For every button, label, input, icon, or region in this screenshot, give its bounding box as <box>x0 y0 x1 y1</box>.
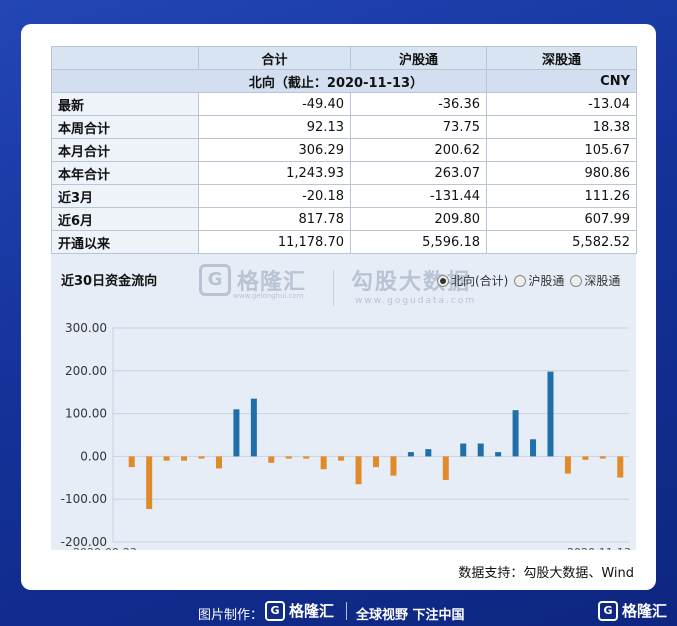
y-tick-label: 0.00 <box>80 449 107 463</box>
row-label: 近6月 <box>51 207 199 231</box>
table-cell: 817.78 <box>198 207 351 231</box>
table-cell: -36.36 <box>350 92 487 116</box>
bar <box>512 410 519 457</box>
column-header: 合计 <box>198 46 351 70</box>
header-empty <box>51 46 199 70</box>
bar <box>250 398 257 457</box>
currency-label: CNY <box>486 69 637 93</box>
table-cell: 5,596.18 <box>350 230 487 254</box>
table-cell: 111.26 <box>486 184 637 208</box>
table-cell: 263.07 <box>350 161 487 185</box>
table-cell: 200.62 <box>350 138 487 162</box>
table-cell: -131.44 <box>350 184 487 208</box>
made-by-label: 图片制作： <box>198 608 264 623</box>
footer-brand: G 格隆汇 <box>265 600 334 621</box>
row-label: 本周合计 <box>51 115 199 139</box>
table-cell: 73.75 <box>350 115 487 139</box>
column-header: 深股通 <box>486 46 637 70</box>
bar <box>338 456 345 461</box>
bar-plot: 300.00200.00100.000.00-100.00-200.002020… <box>61 321 631 550</box>
bar <box>163 456 170 461</box>
bar <box>407 452 414 457</box>
bar <box>599 456 606 459</box>
table-row: 本周合计 92.13 73.75 18.38 <box>51 115 637 139</box>
content-card: 北向（截止：2020-11-13） CNY 合计 沪股通 深股通 最新 -49.4… <box>21 24 656 590</box>
bar <box>495 452 502 457</box>
gelonghui-logo-icon: G <box>597 600 618 621</box>
bar <box>460 443 467 457</box>
table-cell: -13.04 <box>486 92 637 116</box>
y-tick-label: 100.00 <box>65 407 107 421</box>
bar <box>198 456 205 459</box>
row-label: 本年合计 <box>51 161 199 185</box>
column-header: 沪股通 <box>350 46 487 70</box>
table-row: 开通以来 11,178.70 5,596.18 5,582.52 <box>51 230 637 254</box>
bar <box>390 456 397 476</box>
table-row: 最新 -49.40 -36.36 -13.04 <box>51 92 637 116</box>
bar <box>215 456 222 469</box>
x-end-label: 2020-11-13 <box>567 546 631 550</box>
table-cell: 209.80 <box>350 207 487 231</box>
x-start-label: 2020-09-23 <box>73 546 137 550</box>
row-label: 本月合计 <box>51 138 199 162</box>
y-tick-label: -100.00 <box>61 492 107 506</box>
bar <box>233 409 240 457</box>
bar <box>268 456 275 463</box>
table-cell: 105.67 <box>486 138 637 162</box>
bar <box>617 456 624 478</box>
northbound-table: 北向（截止：2020-11-13） CNY 合计 沪股通 深股通 最新 -49.4… <box>51 46 637 254</box>
bar <box>320 456 327 470</box>
row-label: 开通以来 <box>51 230 199 254</box>
table-row: 本月合计 306.29 200.62 105.67 <box>51 138 637 162</box>
table-row: 近6月 817.78 209.80 607.99 <box>51 207 637 231</box>
row-label: 最新 <box>51 92 199 116</box>
bar <box>564 456 571 474</box>
bar <box>442 456 449 480</box>
bar <box>547 371 554 457</box>
bar <box>303 456 310 459</box>
table-cell: 11,178.70 <box>198 230 351 254</box>
table-cell: 18.38 <box>486 115 637 139</box>
table-title: 北向（截止：2020-11-13） <box>51 69 487 93</box>
table-cell: 607.99 <box>486 207 637 231</box>
y-tick-label: 300.00 <box>65 321 107 335</box>
table-cell: 92.13 <box>198 115 351 139</box>
bar <box>425 449 432 457</box>
gelonghui-logo-icon: G <box>265 600 285 621</box>
table-cell: 306.29 <box>198 138 351 162</box>
bar <box>477 443 484 457</box>
table-cell: 5,582.52 <box>486 230 637 254</box>
data-source: 数据支持：勾股大数据、Wind <box>458 566 634 581</box>
data-panel: 北向（截止：2020-11-13） CNY 合计 沪股通 深股通 最新 -49.4… <box>51 46 637 550</box>
table-cell: 980.86 <box>486 161 637 185</box>
table-row: 近3月 -20.18 -131.44 111.26 <box>51 184 637 208</box>
footer-right-brand: G 格隆汇 <box>597 600 667 621</box>
footer-slogan: 全球视野 下注中国 <box>356 608 465 623</box>
bar <box>285 456 292 459</box>
footer-divider <box>346 602 347 620</box>
bar <box>128 456 135 468</box>
bar <box>355 456 362 485</box>
bar <box>373 456 379 468</box>
table-row: 本年合计 1,243.93 263.07 980.86 <box>51 161 637 185</box>
bar <box>181 456 188 461</box>
y-tick-label: 200.00 <box>65 364 107 378</box>
table-cell: 1,243.93 <box>198 161 351 185</box>
table-cell: -20.18 <box>198 184 351 208</box>
bar <box>530 439 537 457</box>
table-cell: -49.40 <box>198 92 351 116</box>
row-label: 近3月 <box>51 184 199 208</box>
bar <box>146 456 153 510</box>
bar <box>582 456 589 460</box>
flow-chart: G 格隆汇 www.gelonghui.com 勾股大数据 www.goguda… <box>51 256 636 550</box>
footer-bar: 图片制作： G 格隆汇 全球视野 下注中国 G 格隆汇 <box>0 596 677 626</box>
